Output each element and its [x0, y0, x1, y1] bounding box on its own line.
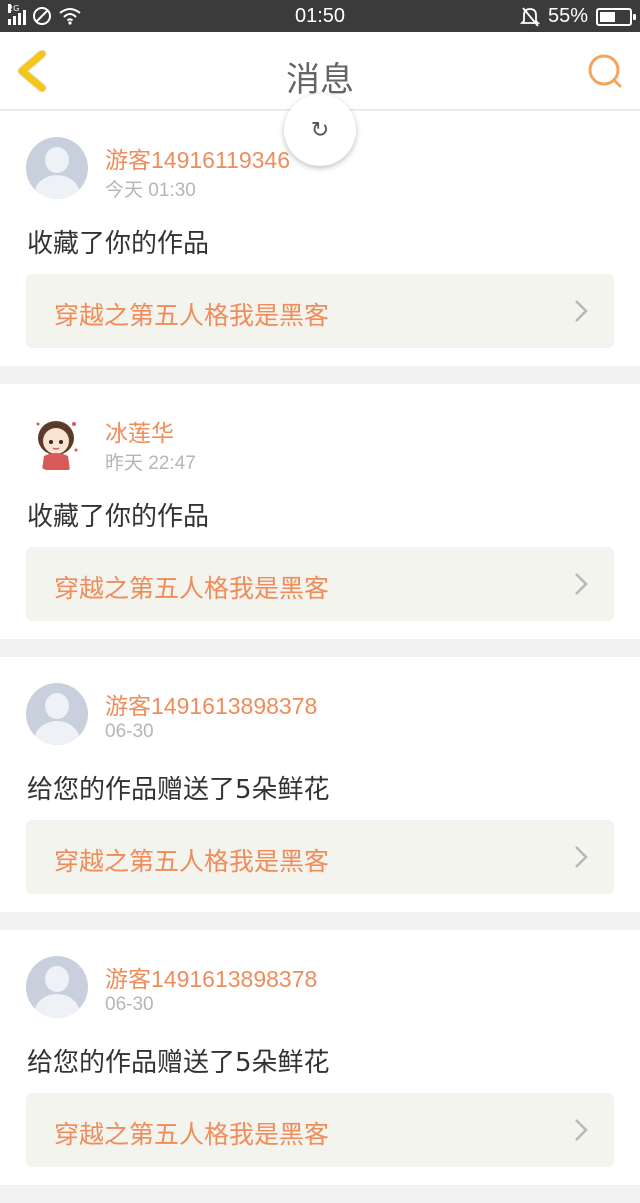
work-title: 穿越之第五人格我是黑客	[54, 847, 330, 876]
work-link[interactable]: 穿越之第五人格我是黑客	[26, 274, 614, 348]
work-link[interactable]: 穿越之第五人格我是黑客	[26, 547, 614, 621]
battery-icon	[596, 7, 636, 26]
message-card[interactable]: 游客1491613898378 06-30 给您的作品赠送了5朵鲜花 穿越之第五…	[0, 657, 640, 912]
sender-name[interactable]: 游客14916119346	[105, 141, 290, 175]
message-time: 06-30	[105, 721, 154, 742]
message-time: 06-30	[105, 994, 154, 1015]
mute-bell-icon	[519, 6, 540, 27]
chevron-right-icon	[575, 846, 588, 868]
message-action: 收藏了你的作品	[27, 229, 210, 259]
avatar[interactable]	[26, 410, 88, 472]
message-card[interactable]: 冰莲华 昨天 22:47 收藏了你的作品 穿越之第五人格我是黑客	[0, 384, 640, 639]
avatar[interactable]	[26, 137, 88, 199]
message-feed[interactable]: 游客14916119346 今天 01:30 收藏了你的作品 穿越之第五人格我是…	[0, 111, 640, 1203]
refresh-icon: ↻	[310, 117, 330, 143]
message-action: 收藏了你的作品	[27, 502, 210, 532]
sender-name[interactable]: 游客1491613898378	[105, 960, 317, 994]
work-link[interactable]: 穿越之第五人格我是黑客	[26, 1093, 614, 1167]
chevron-right-icon	[575, 300, 588, 322]
work-title: 穿越之第五人格我是黑客	[54, 1120, 330, 1149]
work-title: 穿越之第五人格我是黑客	[54, 301, 330, 330]
sender-name[interactable]: 冰莲华	[105, 414, 174, 448]
message-card[interactable]: 游客1491613898378 06-30 给您的作品赠送了5朵鲜花 穿越之第五…	[0, 930, 640, 1185]
chevron-right-icon	[575, 573, 588, 595]
message-action: 给您的作品赠送了5朵鲜花	[27, 775, 330, 805]
sender-name[interactable]: 游客1491613898378	[105, 687, 317, 721]
status-bar: 2G 01:50 55%	[0, 0, 640, 32]
message-time: 今天 01:30	[105, 180, 196, 201]
battery-fill	[600, 11, 615, 22]
avatar[interactable]	[26, 683, 88, 745]
chevron-right-icon	[575, 1119, 588, 1141]
message-time: 昨天 22:47	[105, 453, 196, 474]
status-right: 55%	[519, 5, 636, 28]
work-link[interactable]: 穿越之第五人格我是黑客	[26, 820, 614, 894]
work-title: 穿越之第五人格我是黑客	[54, 574, 330, 603]
anime-girl-avatar-icon	[36, 421, 78, 470]
pull-refresh-indicator: ↻	[284, 94, 356, 166]
avatar[interactable]	[26, 956, 88, 1018]
message-action: 给您的作品赠送了5朵鲜花	[27, 1048, 330, 1078]
battery-percent: 55%	[547, 5, 588, 27]
search-icon[interactable]	[586, 52, 624, 90]
